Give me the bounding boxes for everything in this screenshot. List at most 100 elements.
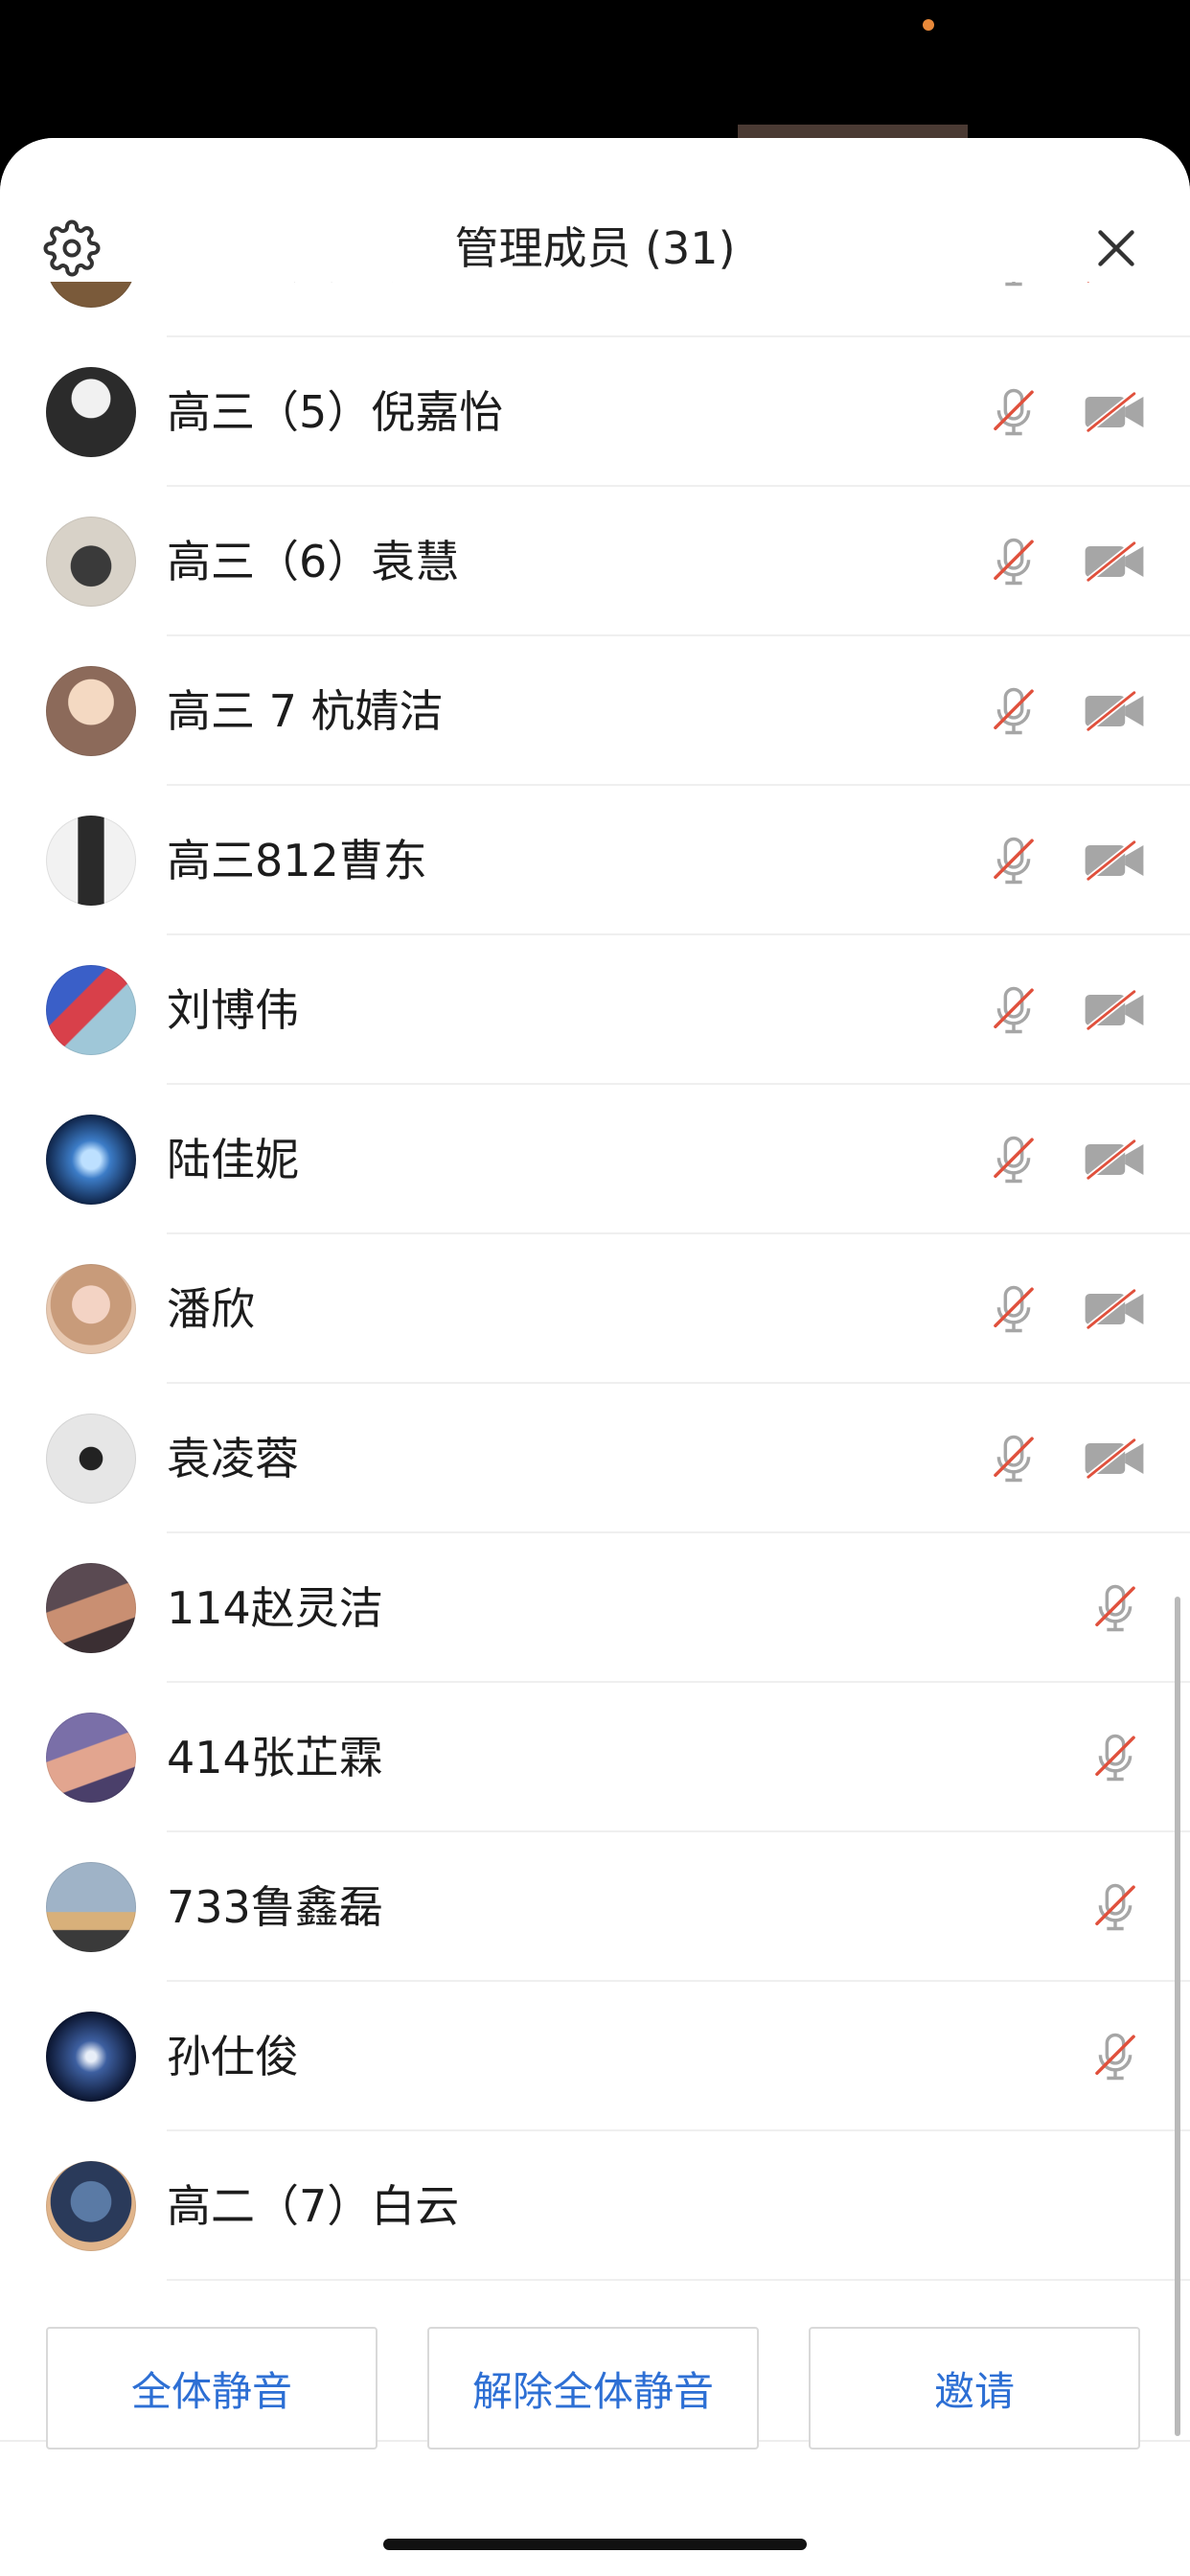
mic-muted-icon [1095,1734,1135,1782]
avatar [46,1414,136,1504]
avatar [46,2012,136,2102]
row-divider [167,2279,1190,2281]
mic-muted-icon [994,388,1034,436]
mic-toggle-button[interactable] [985,282,1042,291]
member-name: 733鲁鑫磊 [167,1881,383,1933]
camera-toggle-button[interactable] [1083,1430,1146,1487]
mic-muted-icon [994,986,1034,1034]
member-row[interactable]: 733鲁鑫磊 [0,1832,1190,1982]
mic-muted-icon [1095,2033,1135,2081]
avatar [46,517,136,607]
camera-off-icon [1085,541,1144,582]
member-row[interactable]: 高三（5）倪嘉怡 [0,337,1190,487]
member-row[interactable]: 陆佳妮 [0,1085,1190,1234]
mic-muted-icon [994,1136,1034,1184]
invite-button[interactable]: 邀请 [809,2327,1140,2450]
member-name: 高三（5）倪嘉怡 [167,386,504,438]
camera-toggle-button[interactable] [1083,682,1146,740]
mic-toggle-button[interactable] [1087,1878,1144,1936]
member-name: 孙仕俊 [167,2031,299,2082]
avatar [46,816,136,906]
mic-toggle-button[interactable] [1087,2028,1144,2085]
avatar [46,1713,136,1803]
camera-toggle-button[interactable] [1083,282,1146,291]
avatar [46,666,136,756]
mic-muted-icon [994,687,1034,735]
avatar [46,1115,136,1205]
member-name: 高三812曹东 [167,835,427,886]
mic-toggle-button[interactable] [985,1430,1042,1487]
mic-toggle-button[interactable] [985,1131,1042,1188]
camera-toggle-button[interactable] [1083,1131,1146,1188]
camera-toggle-button[interactable] [1083,832,1146,889]
camera-toggle-button[interactable] [1083,533,1146,590]
member-list-viewport[interactable]: 高三（4）张丽丽高三（5）倪嘉怡高三（6）袁慧高三 7 杭婧洁高三812曹东刘博… [0,282,1190,2440]
mic-toggle-button[interactable] [985,383,1042,441]
home-indicator [383,2539,807,2550]
member-name: 高三 7 杭婧洁 [167,685,444,737]
avatar [46,2161,136,2251]
mic-toggle-button[interactable] [985,1280,1042,1338]
member-name: 114赵灵洁 [167,1582,383,1634]
avatar [46,1862,136,1952]
mic-toggle-button[interactable] [985,832,1042,889]
member-name: 刘博伟 [167,984,299,1036]
member-row[interactable]: 袁凌蓉 [0,1384,1190,1533]
member-name: 414张芷霖 [167,1732,383,1783]
member-row[interactable]: 114赵灵洁 [0,1533,1190,1683]
mute-all-button[interactable]: 全体静音 [46,2327,378,2450]
close-button[interactable] [1083,215,1150,282]
mic-toggle-button[interactable] [1087,1579,1144,1637]
member-row[interactable]: 高二（7）白云 [0,2131,1190,2281]
mic-toggle-button[interactable] [1087,1729,1144,1786]
member-row[interactable]: 高三（6）袁慧 [0,487,1190,636]
member-row[interactable]: 孙仕俊 [0,1982,1190,2131]
member-row[interactable]: 414张芷霖 [0,1683,1190,1832]
member-name: 袁凌蓉 [167,1433,299,1484]
member-row[interactable]: 高三 7 杭婧洁 [0,636,1190,786]
mic-muted-icon [1005,282,1022,287]
camera-off-icon [1085,1289,1144,1329]
status-indicator-dot [923,19,934,31]
mic-toggle-button[interactable] [985,981,1042,1039]
camera-off-icon [1085,1139,1144,1180]
mic-muted-icon [994,538,1034,586]
camera-toggle-button[interactable] [1083,1280,1146,1338]
scrollbar[interactable] [1175,1597,1180,2436]
camera-off-icon [1085,691,1144,731]
camera-off-icon [1085,840,1144,881]
mic-toggle-button[interactable] [985,682,1042,740]
page-title: 管理成员 (31) [454,222,736,274]
member-name: 高二（7）白云 [167,2180,460,2232]
mic-toggle-button[interactable] [985,533,1042,590]
mic-muted-icon [994,1435,1034,1483]
member-name: 高三（6）袁慧 [167,536,460,587]
camera-off-icon [1085,392,1144,432]
member-name: 陆佳妮 [167,1134,299,1185]
member-list: 高三（4）张丽丽高三（5）倪嘉怡高三（6）袁慧高三 7 杭婧洁高三812曹东刘博… [0,282,1190,2281]
manage-members-sheet: 管理成员 (31) 高三（4）张丽丽高三（5）倪嘉怡高三（6）袁慧高三 7 杭婧… [0,138,1190,2576]
avatar [46,1264,136,1354]
close-icon [1098,230,1134,266]
avatar [46,367,136,457]
camera-off-icon [1085,1438,1144,1479]
avatar [46,965,136,1055]
member-row[interactable]: 潘欣 [0,1234,1190,1384]
member-row[interactable]: 高三（4）张丽丽 [0,282,1190,337]
camera-toggle-button[interactable] [1083,383,1146,441]
camera-toggle-button[interactable] [1083,981,1146,1039]
member-name: 潘欣 [167,1283,255,1335]
camera-off-icon [1085,990,1144,1030]
mic-muted-icon [994,837,1034,885]
member-row[interactable]: 高三812曹东 [0,786,1190,935]
camera-off-icon [1087,282,1092,283]
unmute-all-button[interactable]: 解除全体静音 [427,2327,759,2450]
sheet-header: 管理成员 (31) [0,138,1190,282]
mic-muted-icon [1095,1584,1135,1632]
mic-muted-icon [1095,1883,1135,1931]
member-row[interactable]: 刘博伟 [0,935,1190,1085]
member-name: 高三（4）张丽丽 [167,282,503,293]
mic-muted-icon [994,1285,1034,1333]
avatar [46,1563,136,1653]
avatar [46,282,136,308]
